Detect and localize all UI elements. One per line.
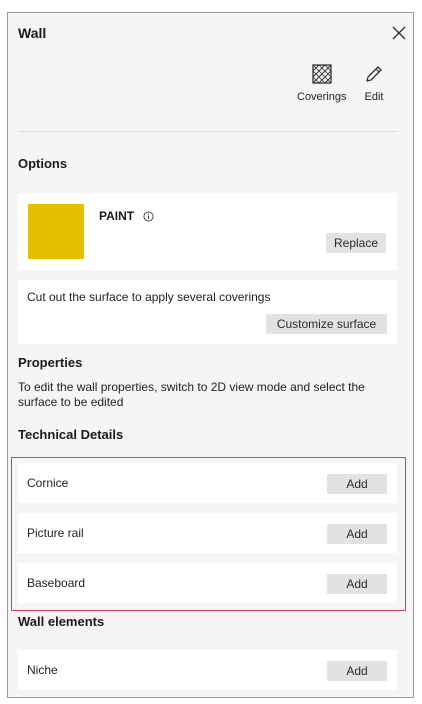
divider xyxy=(18,131,396,132)
edit-label: Edit xyxy=(364,91,384,103)
add-picture-rail-button[interactable]: Add xyxy=(327,524,387,544)
add-cornice-button[interactable]: Add xyxy=(327,474,387,494)
edit-button[interactable]: Edit xyxy=(363,63,385,103)
customize-text: Cut out the surface to apply several cov… xyxy=(27,290,271,304)
pencil-icon xyxy=(363,63,385,85)
coverings-hatch-icon xyxy=(311,63,333,85)
technical-details-heading: Technical Details xyxy=(18,427,124,442)
coverings-button[interactable]: Coverings xyxy=(297,63,347,103)
close-button[interactable] xyxy=(389,23,409,43)
row-label: Cornice xyxy=(27,476,69,490)
properties-heading: Properties xyxy=(18,355,83,370)
customize-surface-button[interactable]: Customize surface xyxy=(266,314,387,334)
list-item-niche: Niche Add xyxy=(18,650,397,690)
coverings-label: Coverings xyxy=(297,91,347,103)
replace-button[interactable]: Replace xyxy=(326,233,386,253)
properties-text: To edit the wall properties, switch to 2… xyxy=(18,380,365,409)
options-heading: Options xyxy=(18,156,68,171)
wall-elements-heading: Wall elements xyxy=(18,614,105,629)
row-label: Baseboard xyxy=(27,576,86,590)
customize-card: Cut out the surface to apply several cov… xyxy=(18,280,397,344)
add-niche-button[interactable]: Add xyxy=(327,661,387,681)
close-icon xyxy=(392,26,406,40)
panel-title: Wall xyxy=(18,25,47,41)
list-item-picture-rail: Picture rail Add xyxy=(18,513,397,553)
add-baseboard-button[interactable]: Add xyxy=(327,574,387,594)
list-item-cornice: Cornice Add xyxy=(18,463,397,503)
paint-name: PAINT xyxy=(99,209,135,223)
info-icon[interactable] xyxy=(141,209,155,223)
row-label: Picture rail xyxy=(27,526,84,540)
paint-swatch[interactable] xyxy=(28,204,84,259)
wall-panel: Wall Coverings Edit Options PAINT Replac… xyxy=(7,12,414,698)
row-label: Niche xyxy=(27,663,58,677)
paint-card: PAINT Replace xyxy=(18,193,397,270)
list-item-baseboard: Baseboard Add xyxy=(18,563,397,603)
